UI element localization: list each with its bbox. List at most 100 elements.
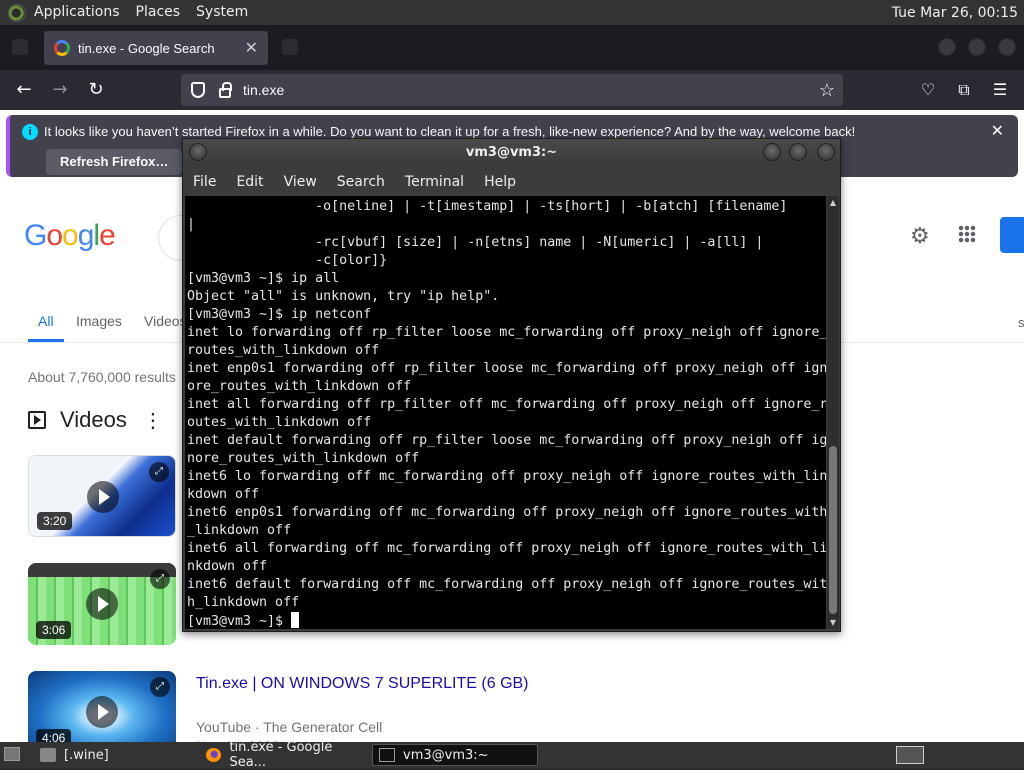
forward-arrow-icon[interactable]: →: [48, 78, 72, 102]
task-terminal[interactable]: vm3@vm3:~: [372, 744, 538, 766]
minimize-button[interactable]: [763, 143, 781, 161]
video-thumbnail[interactable]: ⤢ 3:20: [28, 455, 176, 537]
scroll-up-icon[interactable]: ▲: [827, 198, 839, 207]
window-menu-button[interactable]: [189, 143, 207, 161]
expand-icon[interactable]: ⤢: [150, 677, 170, 697]
notification-close-icon[interactable]: ✕: [991, 121, 1004, 141]
logo-letter: o: [46, 219, 63, 252]
video-result-title[interactable]: Tin.exe | ON WINDOWS 7 SUPERLITE (6 GB): [196, 675, 529, 693]
show-desktop-icon[interactable]: [4, 747, 20, 761]
terminal-line: kdown off: [187, 487, 260, 502]
terminal-scrollbar[interactable]: ▲ ▼: [827, 196, 839, 629]
expand-icon[interactable]: ⤢: [150, 569, 170, 589]
browser-tab-title: tin.exe - Google Search: [78, 40, 215, 56]
terminal-prompt: [vm3@vm3 ~]$: [187, 614, 292, 629]
terminal-line: -o[neline] | -t[imestamp] | -ts[hort] | …: [187, 199, 788, 214]
terminal-titlebar[interactable]: vm3@vm3:~: [183, 139, 840, 166]
info-icon: i: [22, 124, 38, 140]
folder-icon: [40, 748, 56, 762]
tab-overflow-stub[interactable]: s: [1018, 315, 1024, 330]
menu-file[interactable]: File: [183, 174, 226, 190]
menu-applications[interactable]: Applications: [26, 0, 128, 25]
new-tab-icon[interactable]: [282, 39, 298, 55]
tab-images[interactable]: Images: [76, 313, 122, 329]
terminal-output: -o[neline] | -t[imestamp] | -ts[hort] | …: [187, 198, 826, 629]
terminal-line: ore_routes_with_linkdown off: [187, 379, 412, 394]
logo-letter: e: [99, 219, 116, 252]
window-minimize-button[interactable]: [938, 38, 956, 56]
menu-terminal[interactable]: Terminal: [395, 174, 474, 190]
hamburger-menu-icon[interactable]: ☰: [988, 78, 1012, 102]
video-thumbnail[interactable]: ⤢ 3:06: [28, 563, 176, 645]
reload-icon[interactable]: ↻: [84, 78, 108, 102]
video-play-icon: [28, 411, 46, 429]
video-duration: 3:06: [36, 621, 72, 639]
more-options-icon[interactable]: ⋮: [143, 408, 163, 433]
tab-close-icon[interactable]: ✕: [245, 38, 258, 58]
back-arrow-icon[interactable]: ←: [12, 78, 36, 102]
terminal-line: nore_routes_with_linkdown off: [187, 451, 420, 466]
navigation-bar: ← → ↻ tin.exe ☆ ♡ ⧉ ☰: [0, 70, 1024, 110]
terminal-line: inet6 lo forwarding off mc_forwarding of…: [187, 469, 826, 484]
videos-section-header: Videos ⋮: [28, 407, 163, 433]
tracking-shield-icon[interactable]: [191, 82, 205, 98]
play-icon[interactable]: [86, 588, 118, 620]
panel-clock[interactable]: Tue Mar 26, 00:15: [892, 5, 1024, 21]
window-close-button[interactable]: [998, 38, 1016, 56]
terminal-line: inet enp0s1 forwarding off rp_filter loo…: [187, 361, 826, 376]
menu-edit[interactable]: Edit: [226, 174, 273, 190]
sign-in-button[interactable]: [1000, 217, 1024, 253]
video-thumbnail[interactable]: ⤢ 4:06: [28, 671, 176, 753]
bookmark-star-icon[interactable]: ☆: [819, 80, 835, 101]
task-label: vm3@vm3:~: [403, 747, 489, 763]
terminal-line: _linkdown off: [187, 523, 292, 538]
terminal-line: inet default forwarding off rp_filter lo…: [187, 433, 826, 448]
workspace-switcher[interactable]: [896, 746, 924, 764]
google-logo[interactable]: Google: [24, 219, 116, 253]
terminal-line: -rc[vbuf] [size] | -n[etns] name | -N[um…: [187, 235, 764, 250]
tab-videos[interactable]: Videos: [144, 313, 187, 329]
scrollbar-thumb[interactable]: [829, 446, 837, 614]
menu-search[interactable]: Search: [327, 174, 395, 190]
terminal-screen[interactable]: -o[neline] | -t[imestamp] | -ts[hort] | …: [185, 196, 826, 629]
play-icon[interactable]: [86, 696, 118, 728]
google-apps-grid-icon[interactable]: [958, 225, 976, 243]
expand-icon[interactable]: ⤢: [149, 462, 169, 482]
task-label: tin.exe - Google Sea...: [229, 740, 333, 770]
terminal-line: inet all forwarding off rp_filter off mc…: [187, 397, 826, 412]
menu-places[interactable]: Places: [128, 0, 189, 25]
task-wine-folder[interactable]: [.wine]: [34, 744, 194, 766]
window-maximize-button[interactable]: [968, 38, 986, 56]
close-button[interactable]: [817, 143, 835, 161]
task-firefox[interactable]: tin.exe - Google Sea...: [200, 740, 368, 770]
terminal-icon: [379, 748, 395, 762]
menu-help[interactable]: Help: [474, 174, 526, 190]
address-bar[interactable]: tin.exe ☆: [181, 74, 843, 106]
refresh-firefox-button[interactable]: Refresh Firefox…: [46, 149, 183, 175]
notification-message: It looks like you haven’t started Firefo…: [44, 124, 856, 139]
terminal-line: outes_with_linkdown off: [187, 415, 372, 430]
distro-logo-icon[interactable]: [8, 3, 26, 22]
scroll-down-icon[interactable]: ▼: [827, 618, 839, 627]
tab-all[interactable]: All: [38, 313, 54, 329]
browser-tab[interactable]: tin.exe - Google Search ✕: [44, 31, 268, 65]
firefox-view-icon[interactable]: [12, 39, 28, 55]
terminal-line: inet6 default forwarding off mc_forwardi…: [187, 577, 826, 592]
terminal-window[interactable]: vm3@vm3:~ File Edit View Search Terminal…: [182, 138, 841, 632]
terminal-menubar: File Edit View Search Terminal Help: [183, 169, 840, 195]
terminal-prompt-line[interactable]: [vm3@vm3 ~]$: [187, 612, 826, 629]
lock-icon[interactable]: [219, 81, 232, 98]
terminal-line: routes_with_linkdown off: [187, 343, 380, 358]
extensions-icon[interactable]: ⧉: [952, 78, 976, 102]
task-label: [.wine]: [64, 747, 109, 763]
play-icon[interactable]: [87, 481, 119, 513]
menu-view[interactable]: View: [274, 174, 327, 190]
terminal-line: [vm3@vm3 ~]$ ip all: [187, 271, 340, 286]
pocket-icon[interactable]: ♡: [916, 78, 940, 102]
logo-letter: G: [24, 219, 47, 252]
maximize-button[interactable]: [789, 143, 807, 161]
terminal-line: [vm3@vm3 ~]$ ip netconf: [187, 307, 372, 322]
menu-system[interactable]: System: [188, 0, 256, 25]
url-text[interactable]: tin.exe: [243, 82, 284, 98]
settings-gear-icon[interactable]: ⚙: [910, 223, 930, 249]
